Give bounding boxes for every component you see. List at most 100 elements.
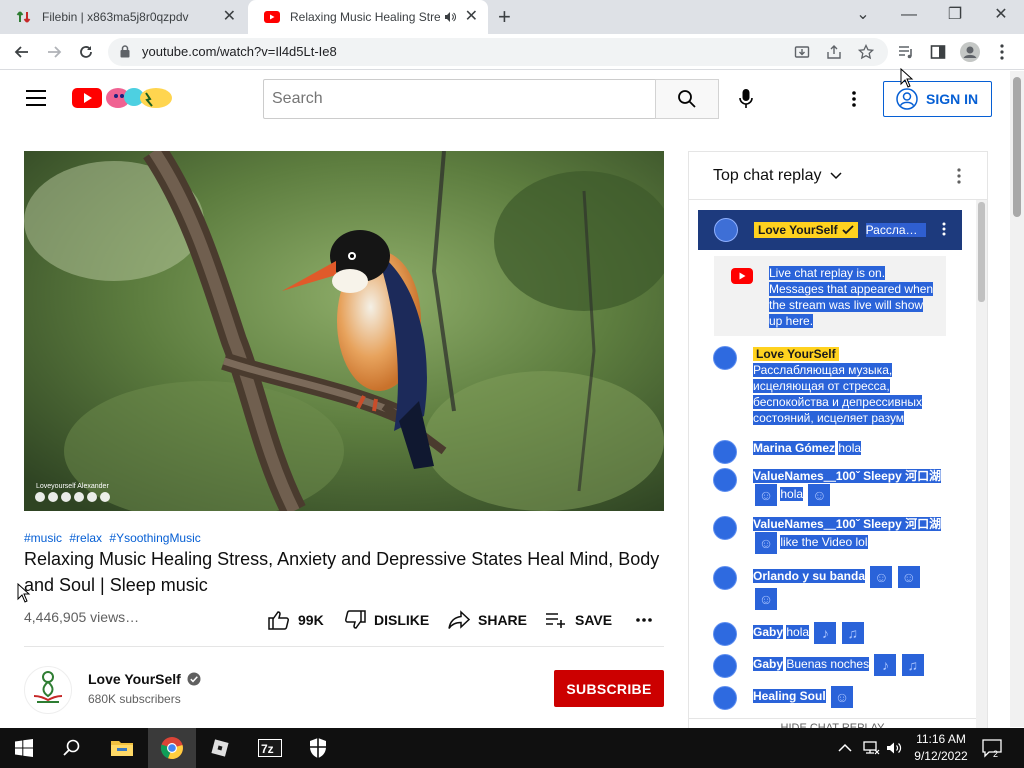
author-avatar: [713, 686, 737, 710]
defender-shield-icon: [310, 738, 326, 758]
action-center-icon[interactable]: 2: [982, 738, 1002, 759]
subscribe-button[interactable]: SUBSCRIBE: [554, 670, 664, 707]
emoji-icon: ☺: [808, 484, 831, 506]
emoji-icon: ☺: [755, 532, 777, 554]
author-avatar: [713, 622, 737, 646]
banner-more-icon[interactable]: [942, 222, 946, 241]
tab-search-chevron-down-icon[interactable]: ⌄: [848, 4, 878, 26]
voice-search-mic-icon[interactable]: [732, 85, 760, 113]
account-circle-icon: [896, 88, 918, 110]
chat-text: Расслабляющая музыка, исцеляющая от стре…: [753, 363, 922, 425]
7zip-icon: 7z: [258, 739, 282, 757]
search-button[interactable]: [655, 79, 719, 119]
install-app-icon[interactable]: [792, 44, 812, 60]
side-panel-icon[interactable]: [926, 40, 950, 64]
chrome-menu-icon[interactable]: [990, 40, 1014, 64]
show-hidden-icons-chevron-up-icon[interactable]: [838, 740, 852, 756]
restore-button[interactable]: ❐: [940, 4, 970, 26]
playlist-add-icon: [546, 613, 565, 628]
chevron-down-icon: [829, 172, 842, 180]
lock-icon[interactable]: [120, 45, 130, 63]
settings-more-icon[interactable]: [846, 88, 862, 110]
forward-arrow-icon[interactable]: [42, 40, 66, 64]
more-actions-icon[interactable]: [636, 608, 660, 632]
audio-playing-icon[interactable]: [444, 11, 456, 26]
start-button[interactable]: [0, 728, 48, 768]
subscriber-count: 680K subscribers: [88, 692, 181, 706]
search-input[interactable]: [264, 80, 655, 118]
pinned-message-banner[interactable]: Love YourSelf Рассла…: [698, 210, 962, 250]
file-explorer-button[interactable]: [98, 728, 146, 768]
bookmark-star-icon[interactable]: [856, 44, 876, 60]
close-window-button[interactable]: ✕: [986, 4, 1016, 26]
url-text[interactable]: youtube.com/watch?v=Il4d5Lt-Ie8: [142, 44, 337, 59]
notification-count: 2: [993, 749, 998, 758]
new-tab-button[interactable]: +: [498, 6, 511, 28]
hashtag-link[interactable]: #music: [24, 531, 62, 545]
defender-taskbar-button[interactable]: [294, 728, 342, 768]
share-arrow-icon: [448, 610, 470, 629]
youtube-logo[interactable]: [72, 87, 172, 109]
music-note-emoji-icon: ♪: [874, 654, 897, 676]
video-frame-kingfisher: Loveyourself Alexander: [24, 151, 664, 511]
scrollbar-thumb[interactable]: [1013, 77, 1021, 217]
video-player[interactable]: Loveyourself Alexander: [24, 151, 664, 511]
pinned-author: Love YourSelf: [754, 222, 858, 238]
minimize-button[interactable]: —: [894, 4, 924, 26]
roblox-taskbar-button[interactable]: [196, 728, 244, 768]
back-arrow-icon[interactable]: [10, 40, 34, 64]
browser-toolbar: youtube.com/watch?v=Il4d5Lt-Ie8: [0, 34, 1024, 70]
like-button[interactable]: 99K: [268, 608, 324, 632]
channel-avatar[interactable]: [24, 666, 72, 714]
chat-mode-dropdown[interactable]: Top chat replay: [713, 167, 842, 185]
view-count[interactable]: 4,446,905 views…: [24, 609, 139, 625]
lotus-meditation-logo-icon: [33, 671, 63, 703]
tab-youtube[interactable]: Relaxing Music Healing Stress, Anxiety ✕: [248, 0, 488, 34]
close-tab-icon[interactable]: ✕: [223, 9, 236, 25]
live-chat-panel: Top chat replay Love YourSelf Рассла… Li…: [688, 151, 988, 736]
channel-name-text[interactable]: Love YourSelf: [88, 671, 181, 687]
share-page-icon[interactable]: [824, 44, 844, 60]
page-scrollbar[interactable]: [1010, 71, 1024, 727]
clock-time: 11:16 AM: [916, 732, 966, 746]
search-box[interactable]: [263, 79, 656, 119]
music-note-emoji-icon: ♪: [814, 622, 837, 644]
divider: [24, 646, 664, 647]
media-control-icon[interactable]: [894, 40, 918, 64]
search-icon: [63, 739, 80, 756]
chrome-taskbar-button[interactable]: [148, 728, 196, 768]
tab-filebin[interactable]: Filebin | x863ma5j8r0qzpdv ✕: [0, 0, 246, 34]
music-note-emoji-icon: ♫: [841, 622, 864, 644]
reload-icon[interactable]: [74, 40, 98, 64]
chat-more-icon[interactable]: [951, 166, 967, 191]
menu-hamburger-icon[interactable]: [26, 90, 46, 106]
dislike-button[interactable]: DISLIKE: [344, 608, 429, 632]
search-icon: [678, 90, 696, 108]
save-button[interactable]: SAVE: [545, 608, 612, 632]
author-avatar: [713, 516, 737, 540]
hashtag-link[interactable]: #relax: [69, 531, 102, 545]
system-clock[interactable]: 11:16 AM 9/12/2022: [908, 731, 974, 765]
author-avatar: [713, 346, 737, 370]
chat-author: Gaby: [753, 657, 784, 672]
share-label: SHARE: [478, 612, 528, 628]
hashtag-link[interactable]: #YsoothingMusic: [109, 531, 200, 545]
chat-text: like the Video lol: [780, 535, 868, 550]
taskbar-search-button[interactable]: [48, 728, 96, 768]
emoji-icon: ☺: [831, 686, 854, 708]
address-bar[interactable]: youtube.com/watch?v=Il4d5Lt-Ie8: [108, 38, 888, 66]
chat-mode-label: Top chat replay: [713, 167, 822, 184]
sign-in-label: SIGN IN: [926, 91, 979, 107]
close-tab-icon[interactable]: ✕: [465, 9, 478, 25]
share-button[interactable]: SHARE: [448, 608, 527, 632]
profile-avatar-icon[interactable]: [958, 40, 982, 64]
network-icon[interactable]: [862, 740, 880, 756]
chat-author: Gaby: [753, 625, 784, 640]
chat-scrollbar[interactable]: [976, 200, 987, 736]
7zip-taskbar-button[interactable]: 7z: [246, 728, 294, 768]
channel-name[interactable]: Love YourSelf: [88, 671, 201, 687]
volume-icon[interactable]: [886, 740, 902, 756]
author-avatar: [713, 566, 737, 590]
chat-text: hola: [780, 487, 804, 502]
youtube-favicon-icon: [264, 9, 280, 25]
